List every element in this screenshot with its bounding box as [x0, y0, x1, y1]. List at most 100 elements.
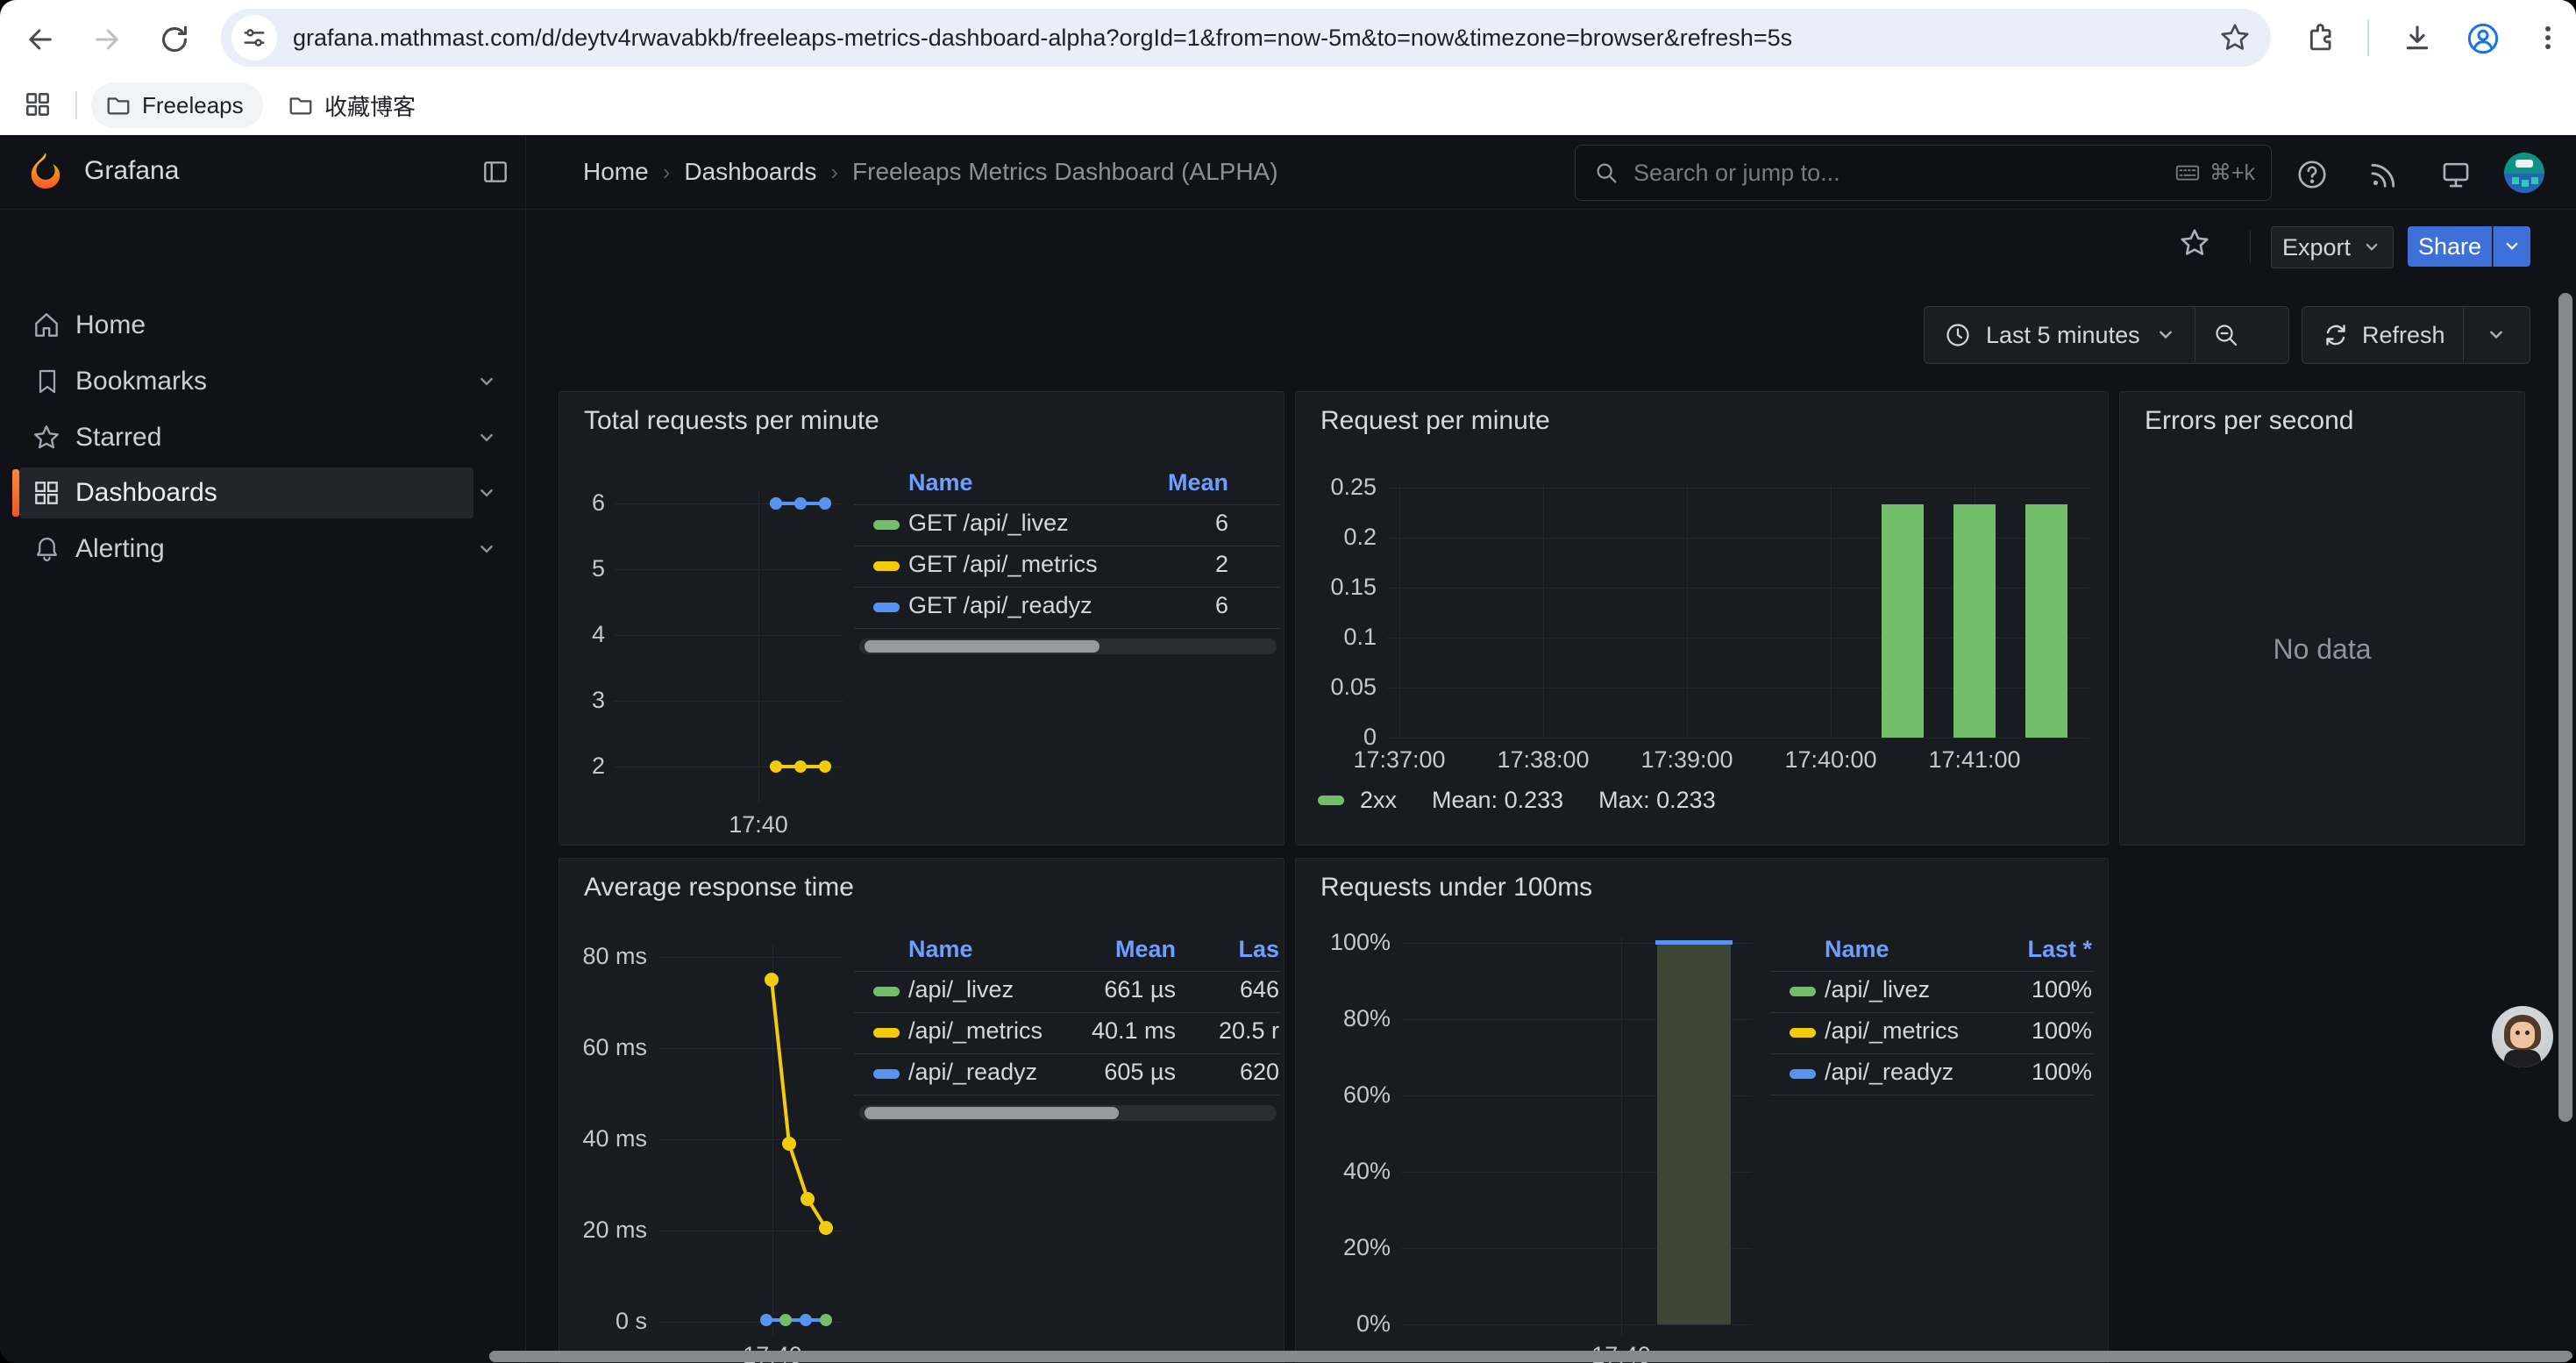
sidebar-item-dashboards[interactable]: Dashboards [19, 467, 473, 518]
legend-divider [854, 1012, 1280, 1013]
actions-divider [2250, 230, 2251, 263]
share-button[interactable]: Share [2408, 226, 2492, 267]
bar[interactable] [1953, 504, 1996, 738]
extensions-icon[interactable] [2304, 22, 2338, 55]
legend-column-header[interactable]: Las [1016, 936, 1279, 963]
panel-total-requests[interactable]: Total requests per minute 6543217:40Name… [559, 391, 1284, 846]
bookmark-item-blog[interactable]: 收藏博客 [274, 82, 430, 128]
area-column[interactable] [1657, 943, 1731, 1324]
grafana-logo[interactable] [25, 150, 67, 192]
search-box[interactable]: ⌘+k [1575, 145, 2272, 201]
sidebar-item-bookmarks[interactable]: Bookmarks [19, 356, 473, 407]
series-point [779, 1314, 792, 1326]
site-settings-icon[interactable] [231, 15, 277, 61]
horizontal-scrollbar[interactable] [489, 1351, 2572, 1362]
legend-scrollbar-thumb[interactable] [865, 640, 1099, 653]
time-range-picker[interactable]: Last 5 minutes [1924, 306, 2289, 364]
bookmark-item-freeleaps[interactable]: Freeleaps [91, 82, 263, 128]
y-tick-label: 80 ms [559, 943, 647, 970]
bookmark-label: 收藏博客 [324, 89, 416, 122]
sidebar-item-starred[interactable]: Starred [19, 412, 473, 463]
header-divider [525, 135, 526, 209]
browser-menu-icon[interactable] [2532, 22, 2564, 54]
breadcrumb-dashboards[interactable]: Dashboards [684, 158, 816, 186]
chevron-down-icon [2485, 324, 2508, 346]
url-bar[interactable]: grafana.mathmast.com/d/deytv4rwavabkb/fr… [221, 9, 2271, 67]
panel-average-response-time[interactable]: Average response time 80 ms60 ms40 ms20 … [559, 858, 1284, 1363]
share-menu-button[interactable] [2493, 226, 2530, 267]
keyboard-icon [2174, 160, 2201, 186]
zoom-out-icon [2212, 321, 2240, 349]
gridline-v [1687, 483, 1688, 738]
series-point [770, 497, 782, 510]
legend-cell: 100% [1829, 1059, 2092, 1086]
chevron-down-icon[interactable] [473, 368, 500, 395]
bar[interactable] [1882, 504, 1924, 738]
url-text[interactable]: grafana.mathmast.com/d/deytv4rwavabkb/fr… [293, 25, 2218, 52]
panel-title[interactable]: Errors per second [2145, 406, 2353, 436]
legend-row[interactable]: 2xx Mean: 0.233 Max: 0.233 [1318, 787, 1751, 814]
series-point [819, 1221, 833, 1235]
gridline-h [1387, 738, 2089, 739]
vertical-scrollbar[interactable] [2558, 293, 2572, 1122]
kiosk-monitor-icon[interactable] [2439, 158, 2473, 191]
y-tick-label: 6 [559, 489, 605, 517]
panel-request-per-minute[interactable]: Request per minute 0.250.20.150.10.05017… [1295, 391, 2109, 846]
back-icon[interactable] [25, 24, 56, 55]
legend-cell: 620 [1016, 1059, 1279, 1086]
brand-label[interactable]: Grafana [84, 156, 179, 186]
legend-column-header[interactable]: Name [908, 469, 973, 496]
chevron-down-icon[interactable] [473, 480, 500, 506]
sidebar-item-alerting[interactable]: Alerting [19, 524, 473, 574]
apps-grid-icon[interactable] [23, 89, 53, 119]
breadcrumb-home[interactable]: Home [583, 158, 649, 186]
bar-chart[interactable]: 0.250.20.150.10.05017:37:0017:38:0017:39… [1296, 392, 2108, 845]
sidebar-item-home[interactable]: Home [19, 300, 473, 351]
news-rss-icon[interactable] [2367, 158, 2401, 191]
bookmark-star-icon[interactable] [2218, 21, 2252, 54]
legend-divider [1770, 1012, 2094, 1013]
assistant-avatar[interactable] [2492, 1006, 2553, 1067]
legend-column-header[interactable]: Mean [965, 469, 1228, 496]
gridline-v [1399, 483, 1400, 738]
downloads-icon[interactable] [2401, 22, 2434, 55]
reload-icon[interactable] [158, 23, 191, 56]
timeseries-chart[interactable]: 6543217:40NameMeanGET /api/_livez6GET /a… [559, 392, 1284, 845]
legend-column-header[interactable]: Last * [1829, 936, 2092, 963]
sidebar-collapse-icon[interactable] [480, 157, 510, 187]
gridline-v [1543, 483, 1544, 738]
profile-icon[interactable] [2466, 21, 2501, 56]
search-input[interactable] [1632, 159, 2174, 188]
legend-scrollbar-thumb[interactable] [865, 1107, 1119, 1119]
grafana-header: Grafana Home › Dashboards › Freeleaps Me… [0, 135, 2576, 210]
refresh-interval-button[interactable] [2464, 324, 2530, 346]
legend-series-label[interactable]: 2xx [1360, 787, 1397, 814]
favorite-star-icon[interactable] [2178, 226, 2211, 260]
active-item-accent [12, 469, 19, 517]
panel-requests-under-100ms[interactable]: Requests under 100ms 100%80%60%40%20%0%1… [1295, 858, 2109, 1363]
bar[interactable] [2025, 504, 2067, 738]
area-chart[interactable]: 100%80%60%40%20%0%17:40NameLast */api/_l… [1296, 859, 2108, 1363]
series-point [782, 1137, 796, 1151]
refresh-control[interactable]: Refresh [2302, 306, 2530, 364]
zoom-out-button[interactable] [2195, 321, 2257, 349]
panel-errors-per-second[interactable]: Errors per second No data [2119, 391, 2525, 846]
sidebar-item-label: Dashboards [75, 478, 217, 508]
refresh-label: Refresh [2362, 322, 2445, 349]
x-tick-label: 17:38:00 [1464, 746, 1622, 774]
legend-max: Max: 0.233 [1598, 787, 1716, 814]
sidebar-item-label: Bookmarks [75, 367, 207, 396]
dashboard-content: Export Share Last 5 minutes R [525, 209, 2576, 1363]
user-avatar[interactable] [2504, 153, 2544, 193]
help-icon[interactable] [2295, 158, 2329, 191]
timeseries-chart[interactable]: 80 ms60 ms40 ms20 ms0 s17:40NameMeanLas/… [559, 859, 1284, 1363]
forward-icon[interactable] [91, 24, 123, 55]
chevron-down-icon[interactable] [473, 536, 500, 562]
export-button[interactable]: Export [2271, 226, 2394, 268]
time-range-label: Last 5 minutes [1986, 322, 2140, 349]
series-point [819, 760, 831, 773]
gridline-h [658, 1322, 843, 1323]
legend-mean: Mean: 0.233 [1432, 787, 1563, 814]
legend-cell: 6 [965, 510, 1228, 537]
chevron-down-icon[interactable] [473, 425, 500, 451]
